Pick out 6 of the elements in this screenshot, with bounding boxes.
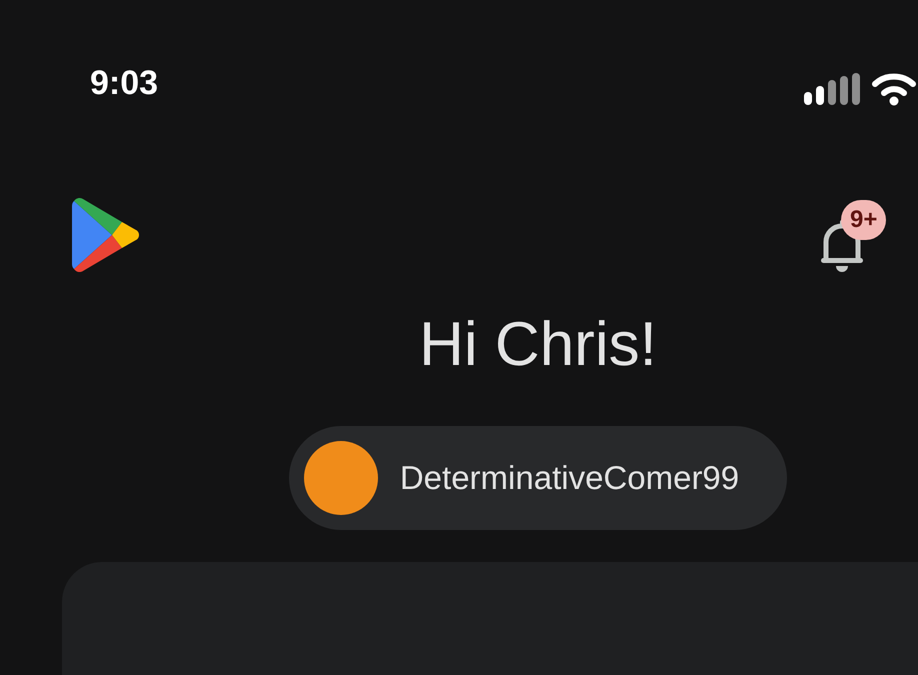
status-time: 9:03	[90, 66, 158, 100]
notification-badge: 9+	[841, 200, 886, 240]
wifi-icon	[872, 72, 916, 106]
account-chip[interactable]: DeterminativeComer99	[288, 426, 788, 530]
greeting-title: Hi Chris!	[419, 314, 657, 376]
signal-icon	[804, 73, 860, 105]
